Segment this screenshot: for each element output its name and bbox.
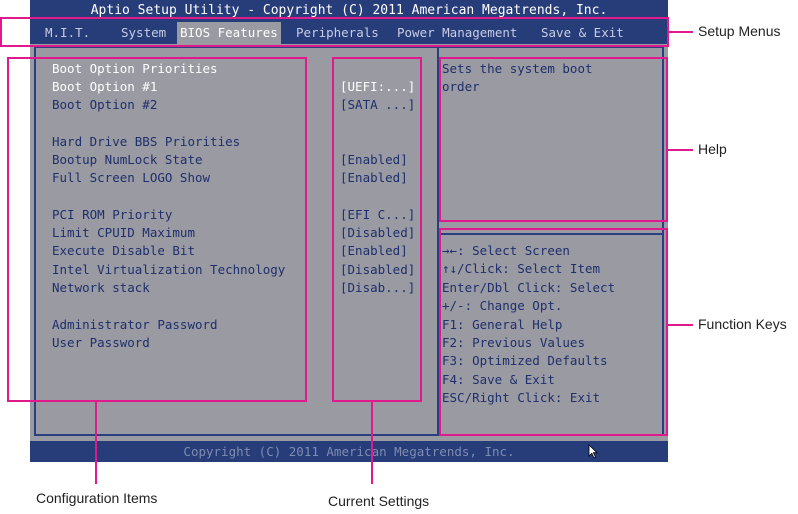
configuration-items-pointer [95,401,97,484]
current-settings-pointer [371,401,373,484]
configuration-items-highlight [7,57,307,402]
footer-copyright: Copyright (C) 2011 American Megatrends, … [30,441,668,462]
setup-menus-label: Setup Menus [698,23,781,39]
current-settings-highlight [332,57,422,402]
function-keys-highlight [439,228,668,436]
setup-menus-highlight [0,17,669,47]
help-pointer [668,149,693,151]
setup-menus-pointer [668,31,693,33]
current-settings-label: Current Settings [328,493,430,509]
configuration-items-label: Configuration Items [36,490,158,506]
function-keys-label: Function Keys [698,316,787,332]
help-label: Help [698,141,727,157]
help-highlight [439,57,668,222]
function-keys-pointer [668,324,693,326]
mouse-cursor-icon [588,444,598,459]
